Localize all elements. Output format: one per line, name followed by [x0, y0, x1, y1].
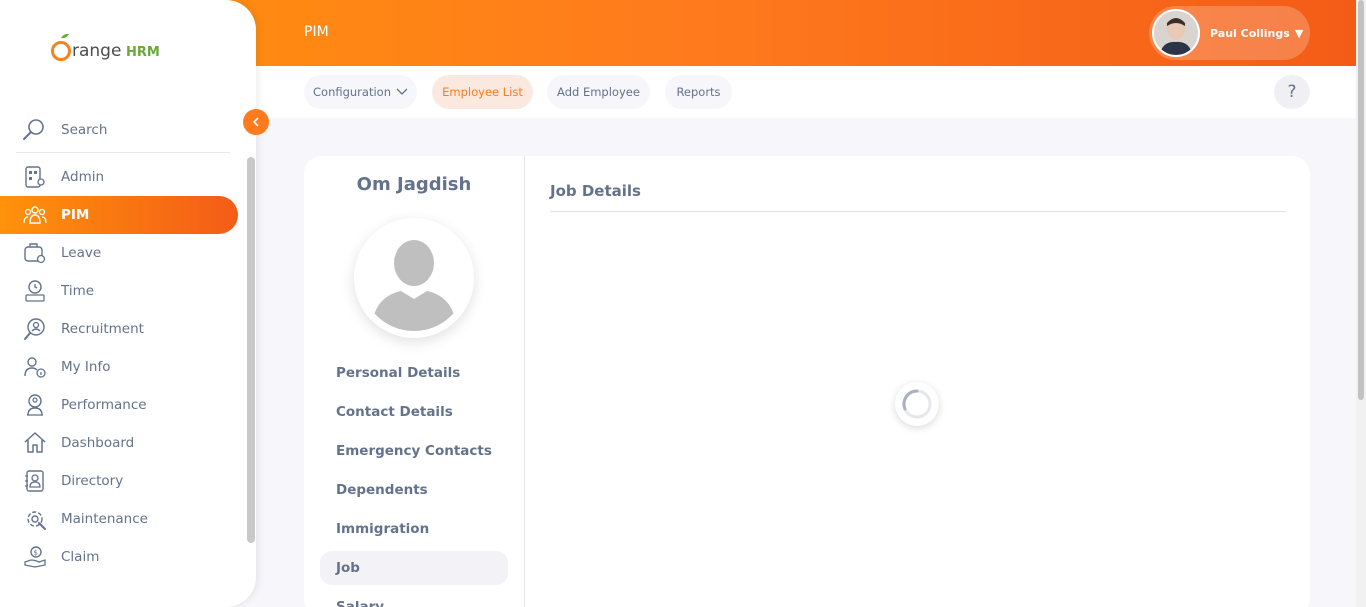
user-dropdown[interactable]: Paul Collings ▼: [1149, 6, 1310, 60]
user-avatar: [1152, 9, 1200, 57]
employee-card: Om Jagdish Personal Details Contact Deta…: [304, 156, 1310, 607]
configuration-menu[interactable]: Configuration: [304, 75, 417, 109]
chevron-down-icon: [396, 88, 408, 95]
sub-navigation: Configuration Employee List Add Employee…: [256, 66, 1356, 118]
search-label: Search: [61, 122, 108, 138]
svg-text:$: $: [34, 549, 38, 557]
search-icon: [23, 119, 44, 140]
spinner-icon: [902, 389, 932, 419]
tab-label: Personal Details: [336, 365, 461, 381]
sidebar-item-admin[interactable]: Admin: [0, 158, 238, 196]
sidebar-item-label: Performance: [61, 397, 147, 413]
page-scrollbar[interactable]: [1356, 0, 1366, 607]
tab-label: Dependents: [336, 482, 428, 498]
dashboard-icon: [23, 431, 47, 455]
configuration-label: Configuration: [313, 85, 391, 99]
my-info-icon: [23, 355, 47, 379]
maintenance-icon: [23, 507, 47, 531]
sidebar-item-my-info[interactable]: My Info: [0, 348, 238, 386]
time-icon: [23, 279, 47, 303]
sidebar-item-label: PIM: [61, 207, 90, 223]
employee-list-tab[interactable]: Employee List: [432, 75, 533, 109]
section-divider: [550, 211, 1286, 212]
tab-label: Job: [336, 560, 360, 576]
loading-spinner: [895, 382, 939, 426]
claim-icon: $: [23, 545, 47, 569]
sidebar-search[interactable]: Search: [16, 108, 230, 153]
sidebar-item-claim[interactable]: $ Claim: [0, 538, 238, 576]
tab-label: Immigration: [336, 521, 430, 537]
tab-dependents[interactable]: Dependents: [320, 473, 508, 507]
sidebar-item-directory[interactable]: Directory: [0, 462, 238, 500]
tab-label: Emergency Contacts: [336, 443, 492, 459]
sidebar-item-recruitment[interactable]: Recruitment: [0, 310, 238, 348]
sidebar-collapse-button[interactable]: [243, 109, 269, 135]
module-title: PIM: [304, 24, 329, 40]
leave-icon: [23, 241, 47, 265]
sidebar: range HRM Search Admin PIM Leave Time Re…: [0, 0, 256, 607]
tab-contact-details[interactable]: Contact Details: [320, 395, 508, 429]
card-divider: [524, 156, 525, 607]
sidebar-item-label: Recruitment: [61, 321, 144, 337]
performance-icon: [23, 393, 47, 417]
section-title: Job Details: [550, 182, 641, 200]
tab-emergency-contacts[interactable]: Emergency Contacts: [320, 434, 508, 468]
tab-immigration[interactable]: Immigration: [320, 512, 508, 546]
tab-personal-details[interactable]: Personal Details: [320, 356, 508, 390]
sidebar-item-label: Leave: [61, 245, 102, 261]
sidebar-item-label: Claim: [61, 549, 100, 565]
reports-tab[interactable]: Reports: [665, 75, 732, 109]
sidebar-item-maintenance[interactable]: Maintenance: [0, 500, 238, 538]
employee-name: Om Jagdish: [356, 174, 472, 195]
admin-icon: [23, 165, 47, 189]
sidebar-item-dashboard[interactable]: Dashboard: [0, 424, 238, 462]
directory-icon: [23, 469, 47, 493]
svg-text:range: range: [72, 41, 121, 61]
sidebar-item-pim[interactable]: PIM: [0, 196, 238, 234]
chevron-left-icon: [252, 117, 259, 127]
sidebar-item-label: Directory: [61, 473, 124, 489]
tab-salary[interactable]: Salary: [320, 590, 508, 607]
svg-text:HRM: HRM: [126, 45, 160, 60]
sidebar-scrollbar-thumb[interactable]: [247, 157, 255, 543]
tab-job[interactable]: Job: [320, 551, 508, 585]
sidebar-item-label: Maintenance: [61, 511, 148, 527]
add-employee-tab[interactable]: Add Employee: [547, 75, 650, 109]
pim-icon: [23, 203, 47, 227]
avatar-placeholder-icon: [371, 240, 457, 331]
sidebar-item-performance[interactable]: Performance: [0, 386, 238, 424]
sidebar-item-label: Dashboard: [61, 435, 135, 451]
sidebar-item-label: Admin: [61, 169, 105, 185]
sidebar-item-label: Time: [61, 283, 95, 299]
caret-down-icon: ▼: [1294, 26, 1304, 40]
sidebar-item-time[interactable]: Time: [0, 272, 238, 310]
help-button[interactable]: ?: [1274, 75, 1310, 109]
sidebar-item-label: My Info: [61, 359, 111, 375]
user-name: Paul Collings: [1210, 26, 1290, 40]
orangehrm-logo[interactable]: range HRM: [50, 32, 170, 64]
employee-photo[interactable]: [354, 218, 474, 338]
tab-label: Salary: [336, 599, 385, 607]
sidebar-item-leave[interactable]: Leave: [0, 234, 238, 272]
page-scrollbar-thumb[interactable]: [1358, 0, 1364, 400]
tab-label: Contact Details: [336, 404, 453, 420]
recruitment-icon: [23, 317, 47, 341]
